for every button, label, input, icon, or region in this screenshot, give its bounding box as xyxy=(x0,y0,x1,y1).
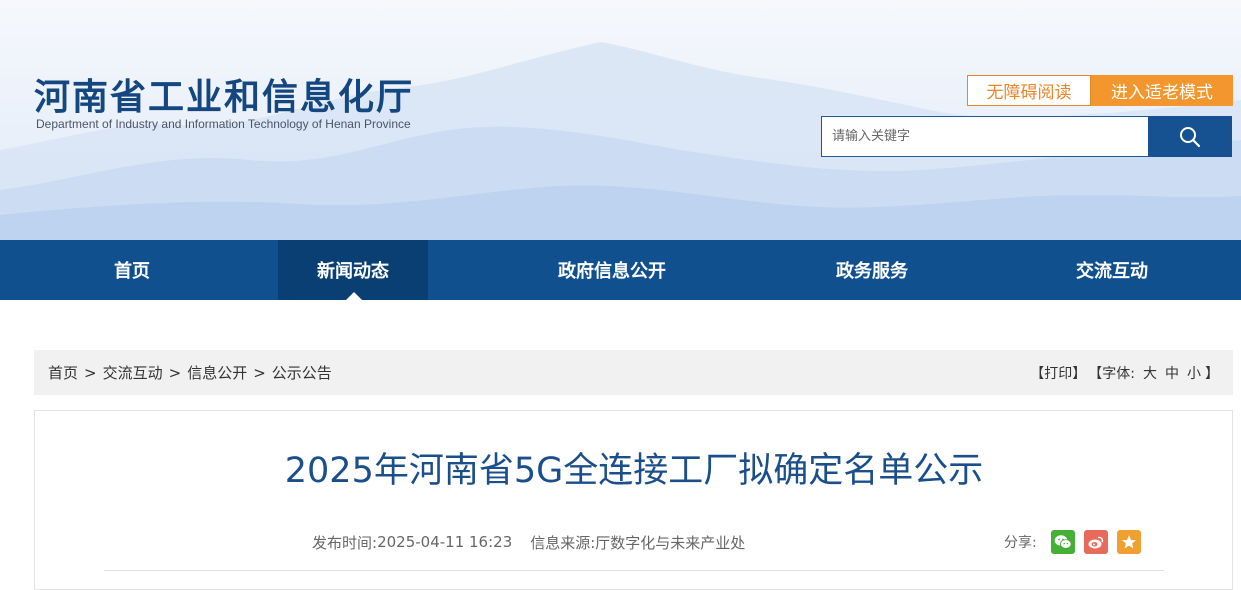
font-size-label: 【字体: xyxy=(1088,365,1135,382)
site-header: 河南省工业和信息化厅 Department of Industry and In… xyxy=(0,0,1241,240)
site-subtitle: Department of Industry and Information T… xyxy=(36,117,411,131)
breadcrumb-info[interactable]: 信息公开 xyxy=(187,362,247,383)
nav-item-gov-info[interactable]: 政府信息公开 xyxy=(522,240,702,300)
breadcrumb: 首页 > 交流互动 > 信息公开 > 公示公告 xyxy=(48,350,332,395)
share-bar: 分享: xyxy=(1004,529,1150,555)
breadcrumb-notices[interactable]: 公示公告 xyxy=(272,362,332,383)
print-link[interactable]: 【打印】 xyxy=(1030,363,1086,383)
search-button[interactable] xyxy=(1148,116,1232,157)
elder-mode-button[interactable]: 进入适老模式 xyxy=(1091,75,1233,106)
nav-item-news[interactable]: 新闻动态 xyxy=(278,240,428,300)
article-meta: 发布时间: 2025-04-11 16:23 信息来源: 厅数字化与未来产业处 xyxy=(312,530,745,554)
nav-item-interaction[interactable]: 交流互动 xyxy=(1037,240,1187,300)
page-tools: 【打印】 【字体: 大 中 小 】 xyxy=(1030,350,1219,395)
meta-divider xyxy=(104,570,1164,571)
publish-time: 2025-04-11 16:23 xyxy=(377,533,513,551)
site-title: 河南省工业和信息化厅 xyxy=(34,77,415,118)
nav-item-services[interactable]: 政务服务 xyxy=(797,240,947,300)
share-wechat-button[interactable] xyxy=(1050,530,1075,554)
star-icon xyxy=(1121,535,1136,549)
source-label: 信息来源: xyxy=(530,533,596,552)
search-icon xyxy=(1180,126,1201,147)
breadcrumb-interaction[interactable]: 交流互动 xyxy=(103,362,163,383)
favorite-button[interactable] xyxy=(1116,530,1141,554)
font-size-medium[interactable]: 中 xyxy=(1165,363,1179,383)
wechat-icon xyxy=(1054,535,1072,549)
breadcrumb-separator: > xyxy=(84,363,97,382)
main-nav: 首页 新闻动态 政府信息公开 政务服务 交流互动 xyxy=(0,240,1241,300)
article-title: 2025年河南省5G全连接工厂拟确定名单公示 xyxy=(284,451,984,491)
nav-active-indicator xyxy=(346,292,362,300)
accessible-reading-button[interactable]: 无障碍阅读 xyxy=(967,75,1091,106)
breadcrumb-separator: > xyxy=(253,363,266,382)
font-size-large[interactable]: 大 xyxy=(1143,363,1157,383)
share-weibo-button[interactable] xyxy=(1083,530,1108,554)
font-size-close: 】 xyxy=(1205,365,1219,382)
publish-label: 发布时间: xyxy=(312,533,378,552)
weibo-icon xyxy=(1088,536,1103,549)
breadcrumb-separator: > xyxy=(168,363,182,382)
breadcrumb-bar: 首页 > 交流互动 > 信息公开 > 公示公告 【打印】 【字体: 大 中 小 … xyxy=(34,350,1233,395)
breadcrumb-home[interactable]: 首页 xyxy=(48,362,78,383)
search-input[interactable] xyxy=(821,116,1149,157)
nav-item-home[interactable]: 首页 xyxy=(57,240,207,300)
source-value: 厅数字化与未来产业处 xyxy=(595,533,746,552)
share-label: 分享: xyxy=(1004,535,1037,551)
article-container xyxy=(34,410,1233,590)
font-size-small[interactable]: 小 xyxy=(1187,363,1201,383)
